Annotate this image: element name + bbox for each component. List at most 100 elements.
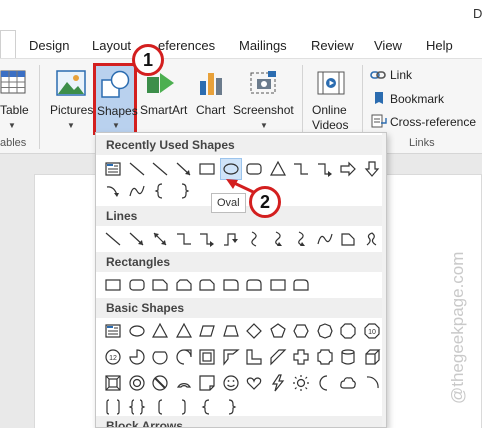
shape-nosymbol-icon[interactable] [149,372,171,394]
shape-connector-icon[interactable] [220,228,242,250]
shape-line-icon[interactable] [126,158,148,180]
shape-tri-icon[interactable] [173,320,195,342]
shape-elbow-icon[interactable] [173,228,195,250]
shape-arc2-icon[interactable] [361,372,383,394]
chart-button[interactable]: Chart [193,63,229,127]
shape-diagstripe-icon[interactable] [267,346,289,368]
pictures-icon [56,69,86,102]
shape-scurvearrow-icon[interactable] [267,228,289,250]
tab-help[interactable]: Help [426,38,453,53]
online-videos-button[interactable]: Online Videos [308,63,354,139]
shape-round2-icon[interactable] [290,274,312,296]
shape-rect-icon[interactable] [102,274,124,296]
tab-references[interactable]: eferences [158,38,215,53]
shape-tri-icon[interactable] [267,158,289,180]
shape-freeform-icon[interactable] [337,228,359,250]
link-button[interactable]: Link [370,67,480,85]
pictures-button[interactable]: Pictures ▼ [48,63,94,133]
shape-heart-icon[interactable] [243,372,265,394]
shape-can-icon[interactable] [337,346,359,368]
shape-parallelogram-icon[interactable] [196,320,218,342]
shape-foldedcorner-icon[interactable] [196,372,218,394]
shape-lightning-icon[interactable] [267,372,289,394]
shape-chord-icon[interactable] [149,346,171,368]
shape-sun-icon[interactable] [290,372,312,394]
shape-scurvearrow-icon[interactable] [290,228,312,250]
screenshot-button[interactable]: Screenshot ▼ [232,63,296,133]
shape-elbowarrow-icon[interactable] [314,158,336,180]
shape-rarrow-icon[interactable] [337,158,359,180]
shape-heptagon-icon[interactable] [314,320,336,342]
step-callout-2: 2 [249,186,281,218]
shape-rbrace-icon[interactable] [220,396,242,418]
shape-lbracket-icon[interactable] [149,396,171,418]
shape-hexagon-icon[interactable] [290,320,312,342]
shape-lbrace-icon[interactable] [149,180,171,202]
shape-snip2-icon[interactable] [173,274,195,296]
smartart-label: SmartArt [140,103,188,117]
shape-scurve-icon[interactable] [243,228,265,250]
chevron-down-icon: ▼ [260,121,268,130]
shape-cloud-icon[interactable] [337,372,359,394]
shape-curvearrow-icon[interactable] [102,180,124,202]
document-title: D [473,6,482,21]
tab-insert-edge[interactable] [0,30,16,60]
shape-rect-icon[interactable] [267,274,289,296]
tab-review[interactable]: Review [311,38,354,53]
tab-view[interactable]: View [374,38,402,53]
shape-lshape-icon[interactable] [243,346,265,368]
shape-curve-icon[interactable] [126,180,148,202]
shape-elbow-icon[interactable] [290,158,312,180]
shape-teardrop-icon[interactable] [173,346,195,368]
shape-tri-icon[interactable] [149,320,171,342]
shape-scribble-icon[interactable] [361,228,383,250]
shapes-button[interactable]: Shapes ▼ [93,63,138,135]
shape-bracepair-icon[interactable] [126,396,148,418]
shape-star-icon[interactable] [384,158,386,180]
shape-round2-icon[interactable] [243,274,265,296]
shape-cross-icon[interactable] [290,346,312,368]
shape-pentagon-icon[interactable] [267,320,289,342]
shape-halfframe-icon[interactable] [220,346,242,368]
shape-cube-icon[interactable] [361,346,383,368]
shape-donut-icon[interactable] [126,372,148,394]
shape-arrowline-icon[interactable] [173,158,195,180]
shape-oval-icon[interactable] [126,320,148,342]
shape-pie-icon[interactable] [126,346,148,368]
shape-rect-icon[interactable] [196,158,218,180]
shape-octagon-icon[interactable] [337,320,359,342]
shape-lbrace-icon[interactable] [196,396,218,418]
shape-roundsnip-icon[interactable] [196,274,218,296]
shape-diamond-icon[interactable] [243,320,265,342]
shape-bracketpair-icon[interactable] [102,396,124,418]
shape-line-icon[interactable] [149,158,171,180]
shape-curve-icon[interactable] [314,228,336,250]
shape-decagon-icon[interactable]: 10 [361,320,383,342]
shape-arrowline-icon[interactable] [126,228,148,250]
shape-rbrace-icon[interactable] [173,180,195,202]
shape-rrect-icon[interactable] [126,274,148,296]
shape-dodecagon-icon[interactable]: 12 [102,346,124,368]
shape-dblarrow-icon[interactable] [149,228,171,250]
shape-line-icon[interactable] [102,228,124,250]
shape-arc-icon[interactable] [173,372,195,394]
shape-frame-icon[interactable] [196,346,218,368]
shape-smiley-icon[interactable] [220,372,242,394]
shape-moon-icon[interactable] [314,372,336,394]
shape-textbox-icon[interactable] [102,320,124,342]
shape-textbox-icon[interactable] [102,158,124,180]
shape-darrow-icon[interactable] [361,158,383,180]
bookmark-button[interactable]: Bookmark [370,90,480,108]
shape-snip1-icon[interactable] [149,274,171,296]
shape-round1-icon[interactable] [220,274,242,296]
shape-rbracket-icon[interactable] [173,396,195,418]
tab-design[interactable]: Design [29,38,69,53]
cross-reference-button[interactable]: Cross-reference [370,113,480,131]
shape-plaque-icon[interactable] [314,346,336,368]
table-button[interactable]: Table ▼ [0,63,29,130]
shape-bevel-icon[interactable] [102,372,124,394]
shape-elbowarrow-icon[interactable] [196,228,218,250]
shape-trapezoid-icon[interactable] [220,320,242,342]
tab-layout[interactable]: Layout [92,38,131,53]
tab-mailings[interactable]: Mailings [239,38,287,53]
